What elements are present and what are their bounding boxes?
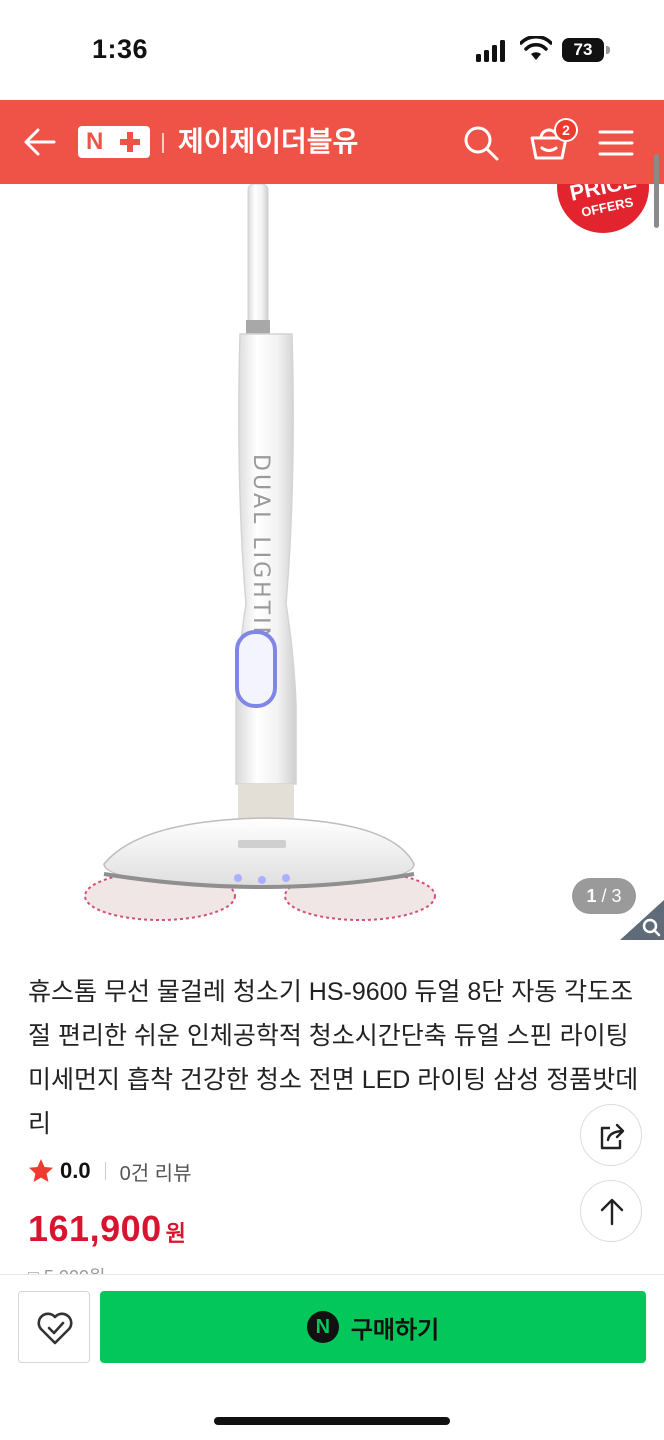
store-name[interactable]: 제이제이더블유	[178, 124, 358, 160]
status-bar: 1:36 73	[0, 0, 664, 100]
zoom-icon[interactable]	[620, 900, 664, 940]
price-value: 161,900	[28, 1208, 162, 1249]
page-scrollbar[interactable]	[654, 154, 659, 228]
battery-icon: 73	[562, 38, 610, 62]
wishlist-button[interactable]	[18, 1291, 90, 1363]
rating-row: 0.0 0건 리뷰	[28, 1156, 191, 1186]
battery-level: 73	[562, 38, 604, 62]
status-time: 1:36	[92, 34, 149, 64]
cellular-signal-icon	[476, 40, 505, 62]
review-count-link[interactable]: 0건 리뷰	[120, 1157, 192, 1186]
price-unit: 원	[165, 1221, 186, 1246]
logo-letter: N	[86, 128, 104, 155]
arrow-up-icon	[600, 1198, 624, 1226]
share-icon	[600, 1123, 625, 1150]
back-arrow-icon[interactable]	[22, 124, 58, 160]
naver-plus-logo[interactable]: N	[78, 126, 150, 158]
bottom-action-bar: N 구매하기	[0, 1274, 664, 1440]
scroll-to-top-button[interactable]	[580, 1180, 642, 1242]
price-row: 161,900 원	[28, 1208, 186, 1252]
image-counter-separator: /	[601, 886, 607, 906]
product-title: 휴스톰 무선 물걸레 청소기 HS-9600 듀얼 8단 자동 각도조절 편리한…	[28, 978, 639, 1138]
cart-count-badge: 2	[554, 118, 578, 142]
menu-icon[interactable]	[598, 128, 634, 158]
buy-button[interactable]: N 구매하기	[100, 1291, 646, 1363]
rating-divider	[104, 1162, 106, 1180]
home-indicator[interactable]	[214, 1417, 450, 1425]
image-counter-current: 1	[586, 886, 597, 906]
price-offers-badge: PRICE OFFERS	[557, 184, 649, 233]
star-icon	[29, 1159, 53, 1182]
rating-value: 0.0	[60, 1158, 91, 1183]
plus-icon	[120, 132, 140, 152]
product-photo: DUAL LIGHTING	[84, 184, 436, 921]
search-icon[interactable]	[462, 124, 500, 162]
product-image-carousel[interactable]: DUAL LIGHTING PRICE OFFERS	[0, 184, 664, 946]
npay-icon: N	[306, 1311, 339, 1343]
buy-button-label: 구매하기	[350, 1316, 440, 1344]
wifi-icon	[520, 36, 552, 60]
share-button[interactable]	[580, 1104, 642, 1166]
header-divider	[162, 133, 164, 153]
store-header: N 제이제이더블유	[0, 100, 664, 184]
heart-check-icon	[37, 1312, 73, 1345]
